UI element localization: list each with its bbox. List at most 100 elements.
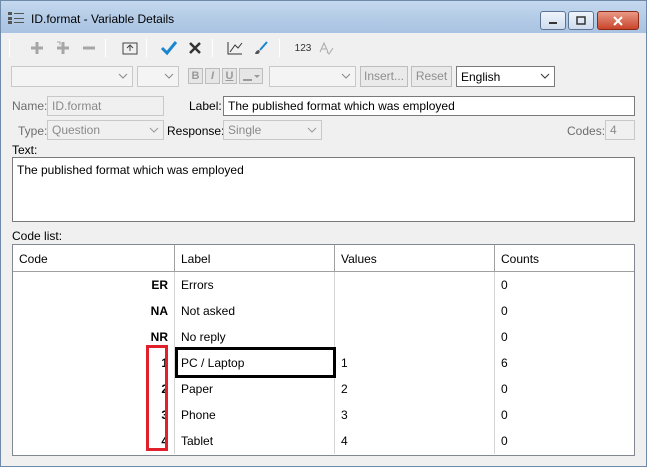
format-bar: B I U Insert... Reset English: [9, 65, 639, 89]
minus-icon: [83, 46, 95, 50]
code-cell[interactable]: ER: [13, 272, 175, 298]
up-level-button[interactable]: [119, 36, 141, 60]
plus-icon: [31, 42, 43, 54]
label-cell[interactable]: Paper: [175, 376, 335, 402]
codes-label: Codes:: [567, 124, 606, 138]
label-cell[interactable]: Errors: [175, 272, 335, 298]
counts-cell: 0: [501, 278, 508, 292]
table-row[interactable]: NR No reply 0: [13, 324, 634, 350]
toolbar-separator: [279, 39, 280, 57]
brush-button[interactable]: [250, 36, 272, 60]
response-value: Single: [228, 123, 262, 137]
code-cell[interactable]: NA: [13, 298, 175, 324]
label-cell[interactable]: Not asked: [175, 298, 335, 324]
spell-check-button[interactable]: [315, 36, 337, 60]
italic-button[interactable]: I: [205, 68, 220, 84]
type-select[interactable]: Question: [47, 120, 164, 140]
column-header-values[interactable]: Values: [335, 245, 495, 272]
label-cell[interactable]: No reply: [175, 324, 335, 350]
check-icon: [160, 41, 178, 56]
bold-button[interactable]: B: [188, 68, 203, 84]
table-row[interactable]: ER Errors 0: [13, 272, 634, 298]
code-cell[interactable]: NR: [13, 324, 175, 350]
language-value: English: [461, 70, 501, 84]
cancel-button[interactable]: [184, 36, 206, 60]
close-window-button[interactable]: [597, 11, 639, 30]
variable-details-window: ID.format - Variable Details 123 B I U I…: [0, 0, 647, 467]
label-cell[interactable]: Tablet: [175, 428, 335, 454]
text-color-button[interactable]: [239, 68, 263, 84]
chevron-down-icon: [118, 73, 128, 79]
type-label: Type:: [18, 124, 48, 138]
codes-field: 4: [605, 120, 635, 140]
language-select[interactable]: English: [456, 66, 555, 87]
column-header-counts[interactable]: Counts: [495, 245, 634, 272]
numeric-123-icon: 123: [294, 42, 312, 54]
chevron-down-icon: [164, 73, 174, 79]
values-cell[interactable]: [335, 324, 495, 350]
values-cell[interactable]: [335, 272, 495, 298]
chart-edit-button[interactable]: [224, 36, 246, 60]
name-field[interactable]: ID.format: [47, 96, 164, 116]
label-cell[interactable]: PC / Laptop: [175, 350, 335, 376]
code-cell[interactable]: 1: [13, 350, 175, 376]
code-cell[interactable]: 2: [13, 376, 175, 402]
maximize-icon: [576, 16, 586, 25]
insert-plus-icon: [57, 41, 69, 54]
remove-code-button[interactable]: [78, 36, 100, 60]
font-family-select[interactable]: [11, 66, 133, 87]
label-field[interactable]: The published format which was employed: [223, 96, 635, 116]
table-row[interactable]: 4 Tablet 4 0: [13, 428, 634, 454]
spell-check-icon: [319, 41, 334, 55]
counts-cell: 0: [501, 330, 508, 344]
style-select[interactable]: [269, 66, 356, 87]
underline-button[interactable]: U: [222, 68, 237, 84]
values-cell[interactable]: [335, 298, 495, 324]
values-cell[interactable]: 2: [335, 376, 495, 402]
insert-button[interactable]: Insert...: [360, 66, 408, 87]
font-size-select[interactable]: [137, 66, 179, 87]
column-header-code[interactable]: Code: [13, 245, 175, 272]
column-header-label[interactable]: Label: [175, 245, 335, 272]
code-cell[interactable]: 3: [13, 402, 175, 428]
table-row[interactable]: 3 Phone 3 0: [13, 402, 634, 428]
window-title: ID.format - Variable Details: [31, 12, 175, 26]
response-select[interactable]: Single: [223, 120, 322, 140]
values-cell[interactable]: 1: [335, 350, 495, 376]
reset-button[interactable]: Reset: [411, 66, 452, 87]
code-list-label: Code list:: [12, 229, 63, 243]
label-cell[interactable]: Phone: [175, 402, 335, 428]
type-value: Question: [52, 123, 101, 137]
table-row[interactable]: 2 Paper 2 0: [13, 376, 634, 402]
apply-button[interactable]: [158, 36, 180, 60]
brush-icon: [255, 41, 268, 54]
table-row[interactable]: NA Not asked 0: [13, 298, 634, 324]
values-cell[interactable]: 4: [335, 428, 495, 454]
toolbar-separator: [146, 39, 147, 57]
table-row[interactable]: 1 PC / Laptop 1 6: [13, 350, 634, 376]
values-cell[interactable]: 3: [335, 402, 495, 428]
insert-code-button[interactable]: [52, 36, 74, 60]
response-label: Response:: [167, 124, 225, 138]
variable-details-icon: [8, 12, 24, 24]
name-label: Name:: [12, 99, 48, 113]
maximize-button[interactable]: [568, 11, 594, 30]
counts-cell: 0: [501, 434, 508, 448]
minimize-button[interactable]: [540, 11, 566, 30]
code-list-table[interactable]: Code Label Values Counts ER Errors 0 NA …: [12, 244, 635, 456]
chevron-down-icon: [307, 127, 317, 133]
text-label: Text:: [12, 143, 38, 157]
add-code-button[interactable]: [26, 36, 48, 60]
close-icon: [613, 15, 623, 26]
title-bar[interactable]: ID.format - Variable Details: [1, 1, 646, 33]
counts-cell: 0: [501, 382, 508, 396]
chevron-down-icon: [540, 73, 550, 79]
question-text-area[interactable]: The published format which was employed: [12, 157, 635, 222]
toolbar-separator: [212, 39, 213, 57]
label-label: Label:: [189, 99, 222, 113]
toolbar-separator: [9, 39, 10, 57]
chart-edit-icon: [227, 42, 243, 55]
numeric-button[interactable]: 123: [291, 36, 315, 60]
code-cell[interactable]: 4: [13, 428, 175, 454]
toolbar-separator: [105, 39, 106, 57]
